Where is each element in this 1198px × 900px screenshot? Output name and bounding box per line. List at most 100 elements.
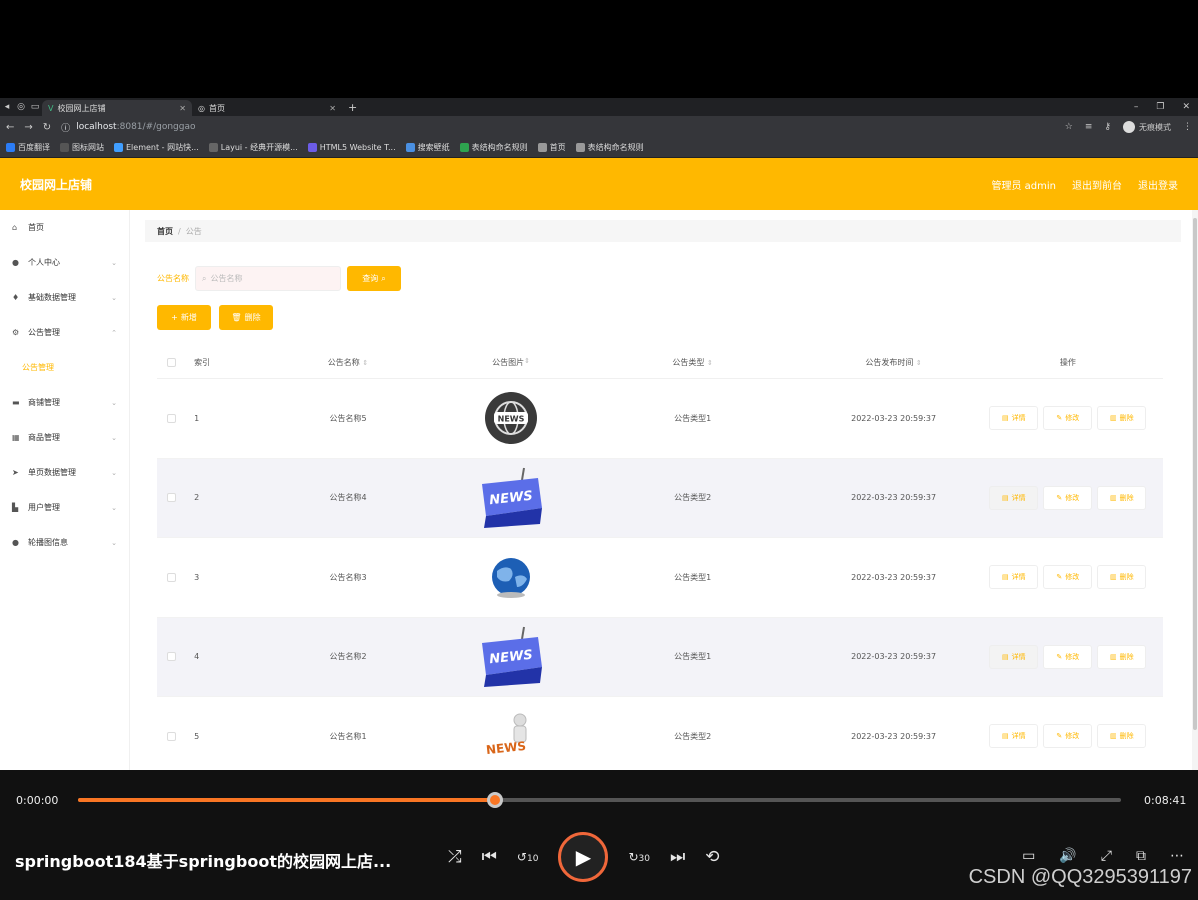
sidebar-item-basic-data[interactable]: ♦ 基础数据管理 ⌄ <box>0 280 129 315</box>
chevron-down-icon: ⌄ <box>111 538 117 547</box>
bookmark[interactable]: 图标网站 <box>60 142 104 153</box>
breadcrumb-separator: / <box>178 226 181 236</box>
new-tab-icon[interactable]: + <box>348 101 357 114</box>
header-time[interactable]: 公告发布时间 ⇕ <box>814 357 972 368</box>
more-icon[interactable]: ⋮ <box>1183 122 1192 132</box>
table-header: 索引 公告名称 ⇕ 公告图片 ⇕ 公告类型 ⇕ 公告发布时间 ⇕ 操作 <box>157 347 1163 379</box>
restore-icon[interactable]: ❐ <box>1156 102 1164 112</box>
more-options-icon[interactable]: ⋯ <box>1170 848 1184 864</box>
detail-button[interactable]: ▤ 详情 <box>989 565 1039 590</box>
close-icon[interactable]: ✕ <box>179 104 186 113</box>
sidebar-subitem-notice[interactable]: 公告管理 <box>0 350 129 385</box>
reading-list-icon[interactable]: ≡ <box>1085 122 1093 132</box>
shuffle-icon[interactable]: ⤮ <box>448 847 462 867</box>
logout-link[interactable]: 退出登录 <box>1138 177 1178 192</box>
breadcrumb-home[interactable]: 首页 <box>157 226 173 237</box>
row-checkbox[interactable] <box>167 652 177 662</box>
delete-row-button[interactable]: ▥ 删除 <box>1097 565 1147 590</box>
table-row: 1 公告名称5 NEWS 公告类型1 2022-03-23 20:59:37 ▤… <box>157 379 1163 459</box>
miniplayer-icon[interactable]: ⧉ <box>1136 848 1146 864</box>
cell-name: 公告名称1 <box>329 731 367 741</box>
volume-icon[interactable]: 🔊 <box>1059 848 1076 864</box>
cell-type: 公告类型1 <box>674 413 712 423</box>
bookmark[interactable]: HTML5 Website T... <box>307 143 396 152</box>
bookmark[interactable]: 表结构命名规则 <box>575 142 644 153</box>
detail-button[interactable]: ▤ 详情 <box>989 406 1039 431</box>
edit-button[interactable]: ✎ 修改 <box>1043 644 1093 669</box>
bookmark[interactable]: 百度翻译 <box>6 142 50 153</box>
edit-button[interactable]: ✎ 修改 <box>1043 565 1093 590</box>
row-checkbox[interactable] <box>167 493 177 503</box>
row-checkbox[interactable] <box>167 731 177 741</box>
repeat-icon[interactable]: ⟲ <box>705 847 719 867</box>
minimize-icon[interactable]: – <box>1134 102 1139 112</box>
cell-index: 5 <box>194 731 200 741</box>
bookmark-icon <box>114 143 123 152</box>
vue-icon: V <box>48 103 54 113</box>
rewind-icon[interactable]: ↺10 <box>517 850 539 864</box>
news-text: NEWS <box>486 739 527 757</box>
row-checkbox[interactable] <box>167 572 177 582</box>
progress-knob[interactable] <box>487 792 504 808</box>
sidebar-item-shop[interactable]: ▬ 商铺管理 ⌄ <box>0 385 129 420</box>
progress-bar[interactable] <box>78 792 1121 808</box>
fullscreen-icon[interactable]: ⤢ <box>1101 848 1112 864</box>
star-icon[interactable]: ☆ <box>1065 122 1073 132</box>
edit-icon: ✎ <box>1056 414 1063 423</box>
sidebar-item-home[interactable]: ⌂ 首页 <box>0 210 129 245</box>
tab-active[interactable]: V 校园网上店铺 ✕ <box>42 100 192 116</box>
next-icon[interactable]: ⏭ <box>670 847 685 867</box>
sidebar-item-single-page[interactable]: ➤ 单页数据管理 ⌄ <box>0 455 129 490</box>
search-button[interactable]: 查询 ⌕ <box>347 266 401 291</box>
sidebar-item-notice[interactable]: ⚙ 公告管理 ⌃ <box>0 315 129 350</box>
breadcrumb-current: 公告 <box>185 226 202 236</box>
header-image[interactable]: 公告图片 ⇕ <box>451 357 570 368</box>
forward-arrow-icon[interactable]: → <box>24 122 32 133</box>
bookmark[interactable]: 搜索壁纸 <box>405 142 450 153</box>
select-all-checkbox[interactable] <box>167 358 177 367</box>
bookmark[interactable]: Element - 网站快... <box>114 142 199 153</box>
detail-button[interactable]: ▤ 详情 <box>989 644 1039 669</box>
reload-icon[interactable]: ↻ <box>43 122 51 133</box>
delete-row-button[interactable]: ▥ 删除 <box>1097 724 1147 749</box>
send-icon: ➤ <box>12 468 19 477</box>
detail-button[interactable]: ▤ 详情 <box>989 485 1039 510</box>
home-icon: ⌂ <box>12 223 18 232</box>
subtitles-icon[interactable]: ▭ <box>1022 848 1035 864</box>
scrollbar-thumb[interactable] <box>1193 218 1197 730</box>
close-window-icon[interactable]: ✕ <box>1182 102 1190 112</box>
back-arrow-icon[interactable]: ← <box>6 122 14 133</box>
row-checkbox[interactable] <box>167 413 177 423</box>
header-type[interactable]: 公告类型 ⇕ <box>571 357 815 368</box>
sidebar-item-profile[interactable]: ● 个人中心 ⌄ <box>0 245 129 280</box>
delete-button[interactable]: 🗑 删除 <box>219 305 273 330</box>
bookmark[interactable]: 表结构命名规则 <box>459 142 528 153</box>
sidebar-item-carousel[interactable]: ● 轮播图信息 ⌄ <box>0 525 129 560</box>
previous-icon[interactable]: ⏮ <box>482 847 497 867</box>
delete-row-button[interactable]: ▥ 删除 <box>1097 406 1147 431</box>
edit-button[interactable]: ✎ 修改 <box>1043 485 1093 510</box>
front-link[interactable]: 退出到前台 <box>1072 177 1122 192</box>
url-field[interactable]: ⓘ localhost:8081/#/gonggao <box>61 121 195 134</box>
sidebar-item-goods[interactable]: ▦ 商品管理 ⌄ <box>0 420 129 455</box>
edit-button[interactable]: ✎ 修改 <box>1043 406 1093 431</box>
bookmark[interactable]: 首页 <box>537 142 566 153</box>
header-name[interactable]: 公告名称 ⇕ <box>245 357 452 368</box>
profile-button[interactable]: 无痕模式 <box>1123 121 1171 133</box>
scrollbar[interactable] <box>1192 210 1198 770</box>
back-icon[interactable]: ◂ <box>0 102 14 112</box>
bookmark[interactable]: Layui - 经典开源模... <box>208 142 298 153</box>
key-icon[interactable]: ⚷ <box>1104 122 1111 132</box>
forward-icon[interactable]: ↻30 <box>628 850 650 864</box>
search-input[interactable]: ⌕ 公告名称 <box>195 266 341 291</box>
cell-name: 公告名称2 <box>329 652 367 662</box>
add-button[interactable]: + 新增 <box>157 305 211 330</box>
delete-row-button[interactable]: ▥ 删除 <box>1097 644 1147 669</box>
delete-row-button[interactable]: ▥ 删除 <box>1097 485 1147 510</box>
edit-button[interactable]: ✎ 修改 <box>1043 724 1093 749</box>
tab-home[interactable]: ◎ 首页 ✕ <box>192 100 342 116</box>
sidebar-item-users[interactable]: ▙ 用户管理 ⌄ <box>0 490 129 525</box>
close-icon[interactable]: ✕ <box>329 104 336 113</box>
detail-button[interactable]: ▤ 详情 <box>989 724 1039 749</box>
play-button[interactable]: ▶ <box>558 832 609 882</box>
